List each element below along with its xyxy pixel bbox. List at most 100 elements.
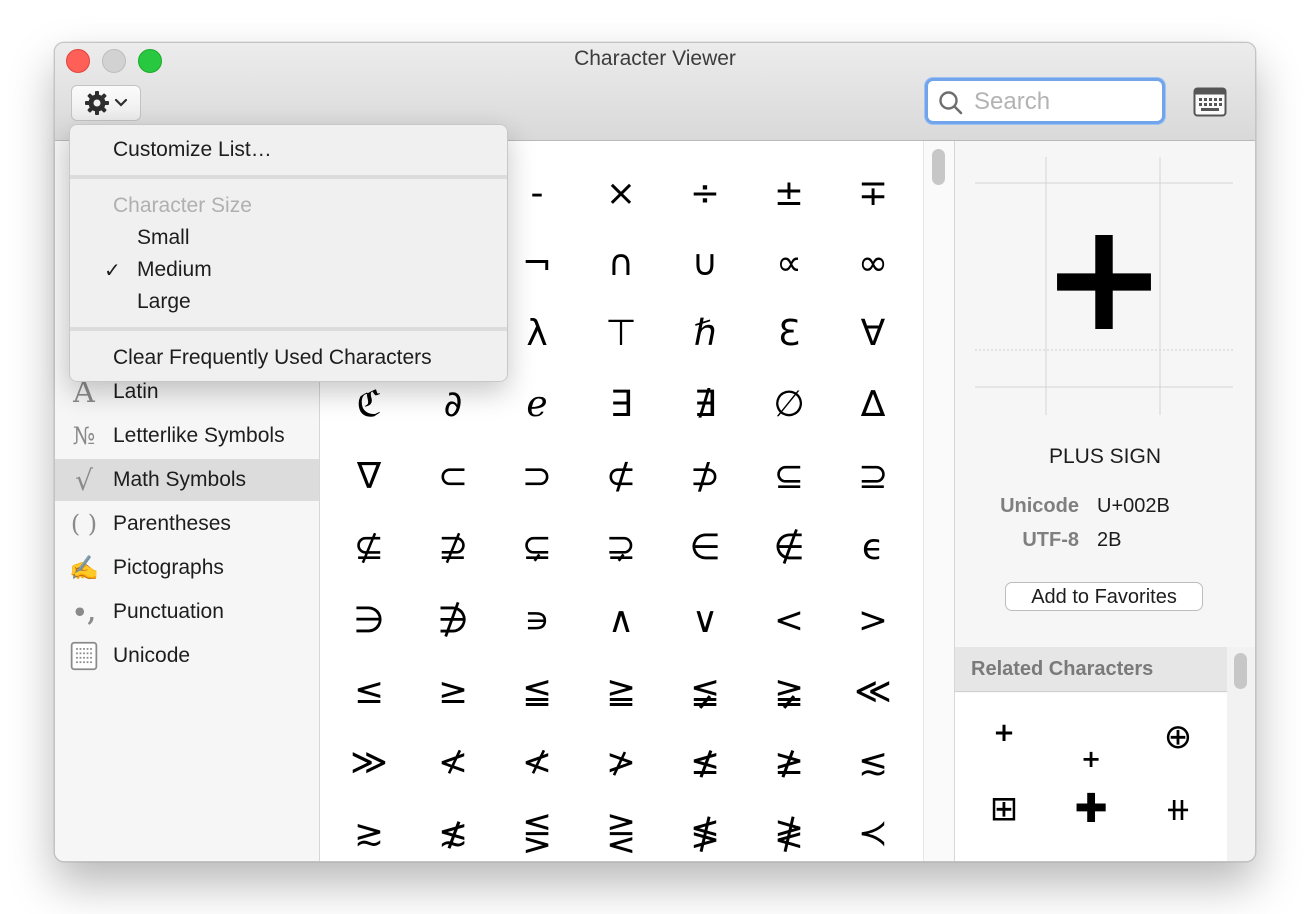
related-characters-grid: + + ⊕ ⊞ ✚ ⧺ — [955, 693, 1227, 861]
menu-item-clear-frequently-used[interactable]: Clear Frequently Used Characters — [70, 343, 507, 373]
utf8-value: 2B — [1097, 529, 1122, 551]
character-cell[interactable]: ≮ — [495, 726, 579, 798]
character-cell[interactable]: ≺ — [831, 797, 915, 861]
sidebar-item-unicode[interactable]: Unicode — [55, 635, 319, 677]
menu-header-character-size: Character Size — [70, 191, 507, 221]
sidebar-item-label: Letterlike Symbols — [113, 424, 285, 447]
character-cell[interactable]: ∄ — [663, 368, 747, 440]
sidebar-item-label: Pictographs — [113, 556, 224, 579]
menu-item-large[interactable]: Large — [70, 287, 507, 317]
character-cell[interactable]: ⊇ — [831, 440, 915, 512]
character-cell[interactable]: ℏ — [663, 297, 747, 369]
character-cell[interactable]: × — [579, 157, 663, 229]
character-cell[interactable]: ∋ — [327, 584, 411, 656]
sidebar-item-letterlike-symbols[interactable]: № Letterlike Symbols — [55, 415, 319, 457]
character-cell[interactable]: ∆ — [831, 368, 915, 440]
scrollbar-thumb[interactable] — [1234, 653, 1247, 689]
character-cell[interactable]: ⊆ — [747, 440, 831, 512]
character-cell[interactable]: ∓ — [831, 157, 915, 229]
character-cell[interactable]: ± — [747, 157, 831, 229]
character-cell[interactable]: ≤ — [327, 655, 411, 727]
sidebar-item-math-symbols[interactable]: √ Math Symbols — [55, 459, 319, 501]
menu-item-label: Small — [137, 226, 190, 249]
menu-item-customize-list[interactable]: Customize List… — [70, 135, 507, 165]
character-cell[interactable]: ⊈ — [327, 511, 411, 583]
gear-icon — [85, 91, 109, 115]
menu-item-label: Customize List… — [113, 138, 272, 161]
character-cell[interactable]: < — [747, 584, 831, 656]
character-cell[interactable]: ÷ — [663, 157, 747, 229]
character-cell[interactable]: ⊄ — [579, 440, 663, 512]
unicode-value: U+002B — [1097, 495, 1170, 517]
character-cell[interactable]: ⊤ — [579, 297, 663, 369]
character-cell[interactable]: ∩ — [579, 227, 663, 299]
character-cell[interactable]: ∝ — [747, 227, 831, 299]
character-cell[interactable]: Ɛ — [747, 297, 831, 369]
keyboard-viewer-icon[interactable] — [1193, 87, 1227, 117]
menu-item-small[interactable]: Small — [70, 223, 507, 253]
action-menu-button[interactable] — [71, 85, 141, 121]
character-cell[interactable]: ∌ — [411, 584, 495, 656]
hand-writing-icon: ✍ — [69, 554, 99, 582]
character-cell[interactable]: > — [831, 584, 915, 656]
character-cell[interactable]: ∍ — [495, 584, 579, 656]
window-title: Character Viewer — [574, 47, 736, 70]
character-cell[interactable]: ≰ — [663, 726, 747, 798]
character-cell[interactable]: ≱ — [747, 726, 831, 798]
character-cell[interactable]: ≴ — [411, 797, 495, 861]
character-cell[interactable]: ∧ — [579, 584, 663, 656]
sqrt-icon: √ — [75, 463, 93, 497]
character-cell[interactable]: ⋛ — [579, 797, 663, 861]
character-cell[interactable]: ≪ — [831, 655, 915, 727]
character-cell[interactable]: ≨ — [663, 655, 747, 727]
character-cell[interactable]: ϵ — [831, 511, 915, 583]
character-cell[interactable]: ≩ — [747, 655, 831, 727]
add-to-favorites-button[interactable]: Add to Favorites — [1005, 582, 1203, 611]
character-cell[interactable]: ≹ — [747, 797, 831, 861]
character-cell[interactable]: ∪ — [663, 227, 747, 299]
related-scrollbar[interactable] — [1227, 647, 1255, 861]
character-cell[interactable]: ≮ — [411, 726, 495, 798]
character-cell[interactable]: ≦ — [495, 655, 579, 727]
character-cell[interactable]: ≲ — [831, 726, 915, 798]
related-char[interactable]: ⧺ — [1143, 779, 1213, 839]
character-cell[interactable]: ∅ — [747, 368, 831, 440]
related-char[interactable]: ⊕ — [1143, 707, 1213, 767]
character-cell[interactable]: ≸ — [663, 797, 747, 861]
character-cell[interactable]: ⋚ — [495, 797, 579, 861]
character-cell[interactable]: ∞ — [831, 227, 915, 299]
character-cell[interactable]: ⊂ — [411, 440, 495, 512]
character-cell[interactable]: ℯ — [495, 368, 579, 440]
scrollbar-thumb[interactable] — [932, 149, 945, 185]
search-input[interactable] — [972, 87, 1156, 117]
related-char[interactable]: + — [969, 703, 1039, 763]
character-cell[interactable]: ∃ — [579, 368, 663, 440]
unicode-row: Unicode U+002B — [955, 495, 1255, 523]
character-cell[interactable]: ⊉ — [411, 511, 495, 583]
character-cell[interactable]: ≧ — [579, 655, 663, 727]
search-field[interactable] — [925, 78, 1165, 124]
character-grid-scrollbar[interactable] — [923, 141, 955, 861]
character-cell[interactable]: ⊅ — [663, 440, 747, 512]
character-cell[interactable]: ≥ — [411, 655, 495, 727]
related-char[interactable]: ⊞ — [969, 779, 1039, 839]
character-cell[interactable]: ≫ — [327, 726, 411, 798]
sidebar-item-pictographs[interactable]: ✍ Pictographs — [55, 547, 319, 589]
character-cell[interactable]: ⊋ — [579, 511, 663, 583]
related-char[interactable]: ✚ — [1056, 779, 1126, 839]
character-preview: + — [975, 157, 1233, 415]
menu-item-medium[interactable]: ✓ Medium — [70, 255, 507, 285]
character-cell[interactable]: ∀ — [831, 297, 915, 369]
character-cell[interactable]: ∉ — [747, 511, 831, 583]
character-cell[interactable]: ⊊ — [495, 511, 579, 583]
character-cell[interactable]: ⊃ — [495, 440, 579, 512]
character-cell[interactable]: ∨ — [663, 584, 747, 656]
character-cell[interactable]: ∈ — [663, 511, 747, 583]
character-cell[interactable]: ≯ — [579, 726, 663, 798]
character-cell[interactable]: ≳ — [327, 797, 411, 861]
sidebar-item-punctuation[interactable]: •, Punctuation — [55, 591, 319, 633]
sidebar-item-parentheses[interactable]: ( ) Parentheses — [55, 503, 319, 545]
sidebar-item-label: Parentheses — [113, 512, 231, 535]
character-cell[interactable]: ∇ — [327, 440, 411, 512]
utf8-row: UTF-8 2B — [955, 529, 1255, 557]
